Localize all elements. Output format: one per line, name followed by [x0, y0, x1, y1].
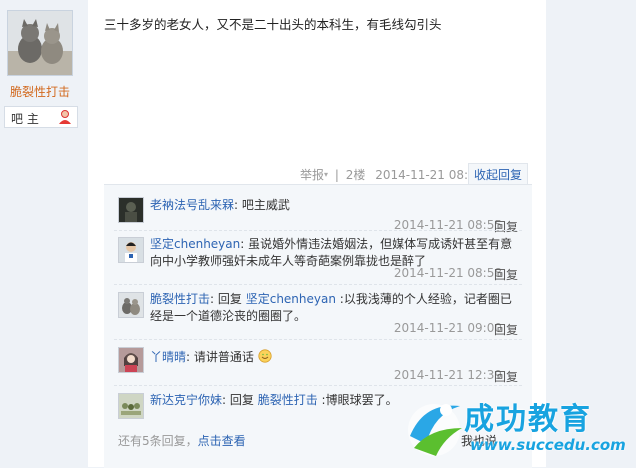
post-meta: 举报▾ | 2楼 2014-11-21 08:54 [300, 166, 483, 186]
reply-button[interactable]: 回复 [494, 321, 518, 338]
chevron-down-icon[interactable]: ▾ [324, 170, 328, 179]
reply-avatar[interactable] [118, 393, 144, 419]
reply-content: 吧主威武 [241, 198, 290, 212]
divider [114, 385, 522, 386]
reply-username[interactable]: 脆裂性打击 [150, 292, 210, 306]
reply-avatar[interactable] [118, 347, 144, 373]
reply-button[interactable]: 回复 [494, 368, 518, 385]
watermark: 成功教育 www.succedu.com [400, 388, 636, 467]
reply-prefix: 回复 [229, 393, 254, 407]
author-avatar[interactable] [7, 10, 73, 76]
reply-avatar[interactable] [118, 292, 144, 318]
post-content: 三十多岁的老女人，又不是二十出头的本科生，有毛线勾引头 [104, 17, 442, 32]
reply-content: 请讲普通话 [193, 350, 254, 364]
report-link[interactable]: 举报 [300, 168, 324, 182]
user-avatar-icon [119, 394, 143, 418]
reply-text: 丫晴晴: 请讲普通话 [150, 349, 520, 366]
reply-prefix: 回复 [217, 292, 242, 306]
reply-time: 2014-11-21 12:39 [393, 368, 502, 382]
reply-username[interactable]: 坚定chenheyan [150, 237, 240, 251]
reply-content: 博眼球罢了。 [325, 393, 398, 407]
reply-text: 脆裂性打击: 回复 坚定chenheyan :以我浅薄的个人经验，记者圈已经是一… [150, 292, 512, 323]
user-avatar-icon [119, 348, 143, 372]
admin-user-icon [59, 110, 71, 124]
cats-avatar-image [8, 11, 72, 75]
reply-text: 坚定chenheyan: 虽说婚外情违法婚姻法，但媒体写成诱奸甚至有意向中小学教… [150, 237, 513, 268]
reply-button[interactable]: 回复 [494, 266, 518, 283]
user-avatar-icon [119, 238, 143, 262]
reply-target-user[interactable]: 脆裂性打击 [258, 393, 318, 407]
reply-username[interactable]: 丫晴晴 [150, 350, 186, 364]
reply-username[interactable]: 老衲法号乱来槑 [150, 198, 234, 212]
more-replies: 还有5条回复，点击查看 [118, 432, 246, 449]
reply-username[interactable]: 新达克宁你妹 [150, 393, 222, 407]
floor-number: 2楼 [345, 168, 366, 182]
cats-avatar-icon [119, 293, 143, 317]
collapse-reply-button[interactable]: 收起回复 [468, 163, 528, 185]
role-label: 吧 主 [11, 112, 39, 126]
user-avatar-icon [119, 198, 143, 222]
watermark-url: www.succedu.com [470, 436, 626, 454]
watermark-logo-icon [408, 404, 462, 456]
reply-button[interactable]: 回复 [494, 218, 518, 235]
role-badge: 吧 主 [4, 106, 78, 128]
view-more-link[interactable]: 点击查看 [198, 434, 246, 448]
divider [114, 230, 522, 231]
reply-time: 2014-11-21 09:00 [393, 321, 502, 335]
smiley-emoji-icon [258, 349, 272, 363]
watermark-title: 成功教育 [464, 402, 592, 437]
meta-separator: | [334, 167, 339, 182]
more-replies-count: 还有5条回复， [118, 434, 198, 448]
reply-time: 2014-11-21 08:58 [393, 266, 502, 280]
author-name[interactable]: 脆裂性打击 [10, 83, 70, 100]
divider [114, 284, 522, 285]
reply-text: 老衲法号乱来槑: 吧主威武 [150, 198, 290, 212]
author-column: 脆裂性打击 吧 主 [0, 0, 88, 467]
divider [114, 339, 522, 340]
reply-avatar[interactable] [118, 197, 144, 223]
reply-target-user[interactable]: 坚定chenheyan [246, 292, 336, 306]
reply-avatar[interactable] [118, 237, 144, 263]
